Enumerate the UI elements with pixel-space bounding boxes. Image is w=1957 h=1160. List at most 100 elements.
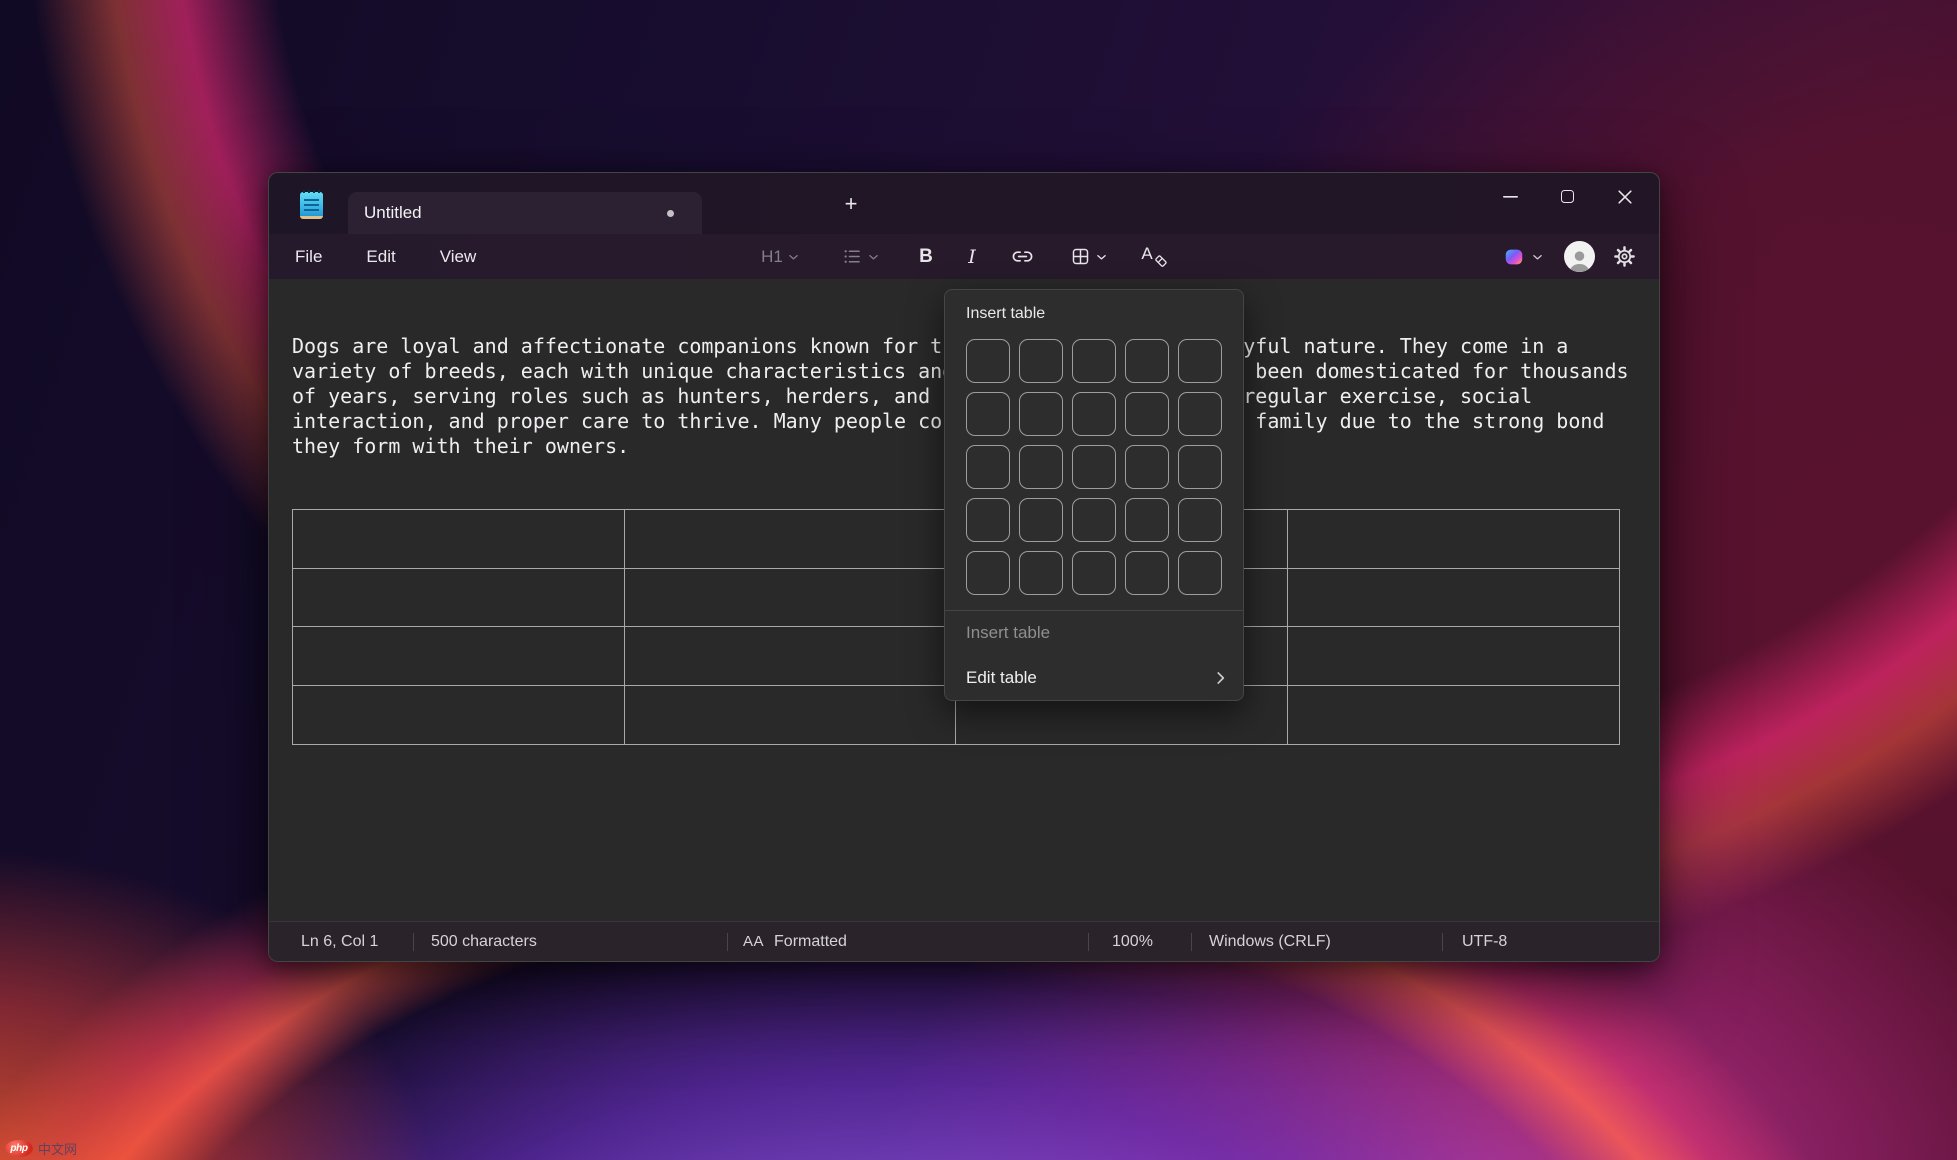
window-controls (1482, 174, 1653, 219)
notepad-app-icon (299, 189, 324, 219)
maximize-icon (1561, 190, 1574, 203)
chevron-down-icon (788, 253, 799, 261)
menu-edit[interactable]: Edit (352, 240, 409, 274)
edit-table-item[interactable]: Edit table (945, 655, 1243, 701)
chevron-down-icon (1532, 253, 1543, 261)
unsaved-indicator-dot (667, 210, 674, 217)
titlebar[interactable]: Untitled + (269, 173, 1659, 234)
watermark-text: 中文网 (38, 1139, 77, 1158)
bold-button[interactable]: B (904, 240, 948, 274)
table-size-cell[interactable] (1178, 551, 1222, 595)
zoom-level: 100% (1088, 922, 1191, 961)
minimize-icon (1503, 196, 1518, 198)
menu-file[interactable]: File (281, 240, 336, 274)
list-button[interactable] (828, 240, 892, 274)
table-icon (1070, 246, 1091, 267)
settings-button[interactable] (1607, 240, 1641, 274)
table-size-cell[interactable] (1125, 392, 1169, 436)
table-cell[interactable] (625, 510, 957, 569)
php-logo: php (5, 1140, 33, 1157)
table-cell[interactable] (293, 686, 625, 745)
tab-untitled[interactable]: Untitled (348, 192, 702, 234)
table-size-cell[interactable] (966, 339, 1010, 383)
heading-style-label: H1 (761, 247, 783, 267)
line-ending: Windows (CRLF) (1191, 922, 1442, 961)
table-cell[interactable] (625, 569, 957, 628)
clear-formatting-button[interactable]: A (1128, 240, 1176, 274)
account-button[interactable] (1564, 241, 1595, 272)
heading-style-button[interactable]: H1 (748, 240, 812, 274)
table-size-cell[interactable] (1178, 392, 1222, 436)
table-size-cell[interactable] (1019, 339, 1063, 383)
table-size-cell[interactable] (1072, 392, 1116, 436)
insert-table-dropdown: Insert table Insert table Edit table (944, 289, 1244, 701)
copilot-icon (1503, 246, 1525, 268)
menu-toolbar-row: File Edit View H1 B I (269, 234, 1659, 279)
link-button[interactable] (998, 240, 1046, 274)
table-size-cell[interactable] (966, 445, 1010, 489)
table-size-cell[interactable] (966, 551, 1010, 595)
table-size-cell[interactable] (966, 392, 1010, 436)
cursor-position: Ln 6, Col 1 (269, 922, 413, 961)
table-size-cell[interactable] (1072, 551, 1116, 595)
dropdown-title: Insert table (945, 290, 1243, 323)
table-size-cell[interactable] (1125, 551, 1169, 595)
table-cell[interactable] (625, 627, 957, 686)
clear-formatting-letter: A (1141, 244, 1152, 264)
close-button[interactable] (1596, 174, 1653, 219)
table-cell[interactable] (1288, 686, 1620, 745)
close-icon (1618, 190, 1632, 204)
table-cell[interactable] (1288, 627, 1620, 686)
table-cell[interactable] (293, 569, 625, 628)
link-icon (1011, 245, 1034, 268)
eraser-icon (1154, 254, 1168, 268)
formatted-mode: AA Formatted (727, 922, 1088, 961)
chevron-down-icon (1096, 253, 1107, 261)
chevron-right-icon (1216, 671, 1225, 685)
table-size-cell[interactable] (1072, 445, 1116, 489)
desktop: php 中文网 Untitled + (0, 0, 1957, 1160)
table-size-cell[interactable] (966, 498, 1010, 542)
table-button[interactable] (1056, 240, 1120, 274)
italic-button[interactable]: I (950, 240, 994, 274)
table-size-cell[interactable] (1072, 498, 1116, 542)
insert-table-item: Insert table (945, 611, 1243, 655)
gear-icon (1613, 245, 1636, 268)
table-size-grid (966, 339, 1222, 595)
minimize-button[interactable] (1482, 174, 1539, 219)
table-cell[interactable] (293, 627, 625, 686)
table-size-cell[interactable] (1125, 339, 1169, 383)
table-size-cell[interactable] (1019, 445, 1063, 489)
table-size-cell[interactable] (1019, 551, 1063, 595)
notepad-window: Untitled + File Edit View (268, 172, 1660, 962)
table-cell[interactable] (1288, 510, 1620, 569)
table-cell[interactable] (293, 510, 625, 569)
titlebar-right-controls (1494, 234, 1641, 279)
chevron-down-icon (868, 253, 879, 261)
php-watermark: php 中文网 (5, 1139, 77, 1158)
maximize-button[interactable] (1539, 174, 1596, 219)
table-size-cell[interactable] (1178, 339, 1222, 383)
encoding: UTF-8 (1442, 922, 1659, 961)
italic-icon: I (968, 246, 976, 268)
table-size-cell[interactable] (1125, 445, 1169, 489)
table-size-cell[interactable] (1178, 445, 1222, 489)
bold-icon: B (919, 246, 933, 268)
table-cell[interactable] (1288, 569, 1620, 628)
avatar-icon (1566, 247, 1593, 272)
tab-title: Untitled (364, 203, 422, 223)
new-tab-button[interactable]: + (831, 187, 871, 221)
table-size-cell[interactable] (1178, 498, 1222, 542)
character-count: 500 characters (413, 922, 727, 961)
table-size-cell[interactable] (1125, 498, 1169, 542)
bullet-list-icon (842, 246, 863, 267)
menu-view[interactable]: View (426, 240, 491, 274)
table-cell[interactable] (625, 686, 957, 745)
status-bar: Ln 6, Col 1 500 characters AA Formatted … (269, 921, 1659, 961)
table-size-cell[interactable] (1019, 392, 1063, 436)
table-size-cell[interactable] (1019, 498, 1063, 542)
copilot-button[interactable] (1494, 240, 1552, 274)
menu-bar: File Edit View (281, 240, 506, 274)
table-size-cell[interactable] (1072, 339, 1116, 383)
formatted-icon: AA (743, 933, 764, 950)
